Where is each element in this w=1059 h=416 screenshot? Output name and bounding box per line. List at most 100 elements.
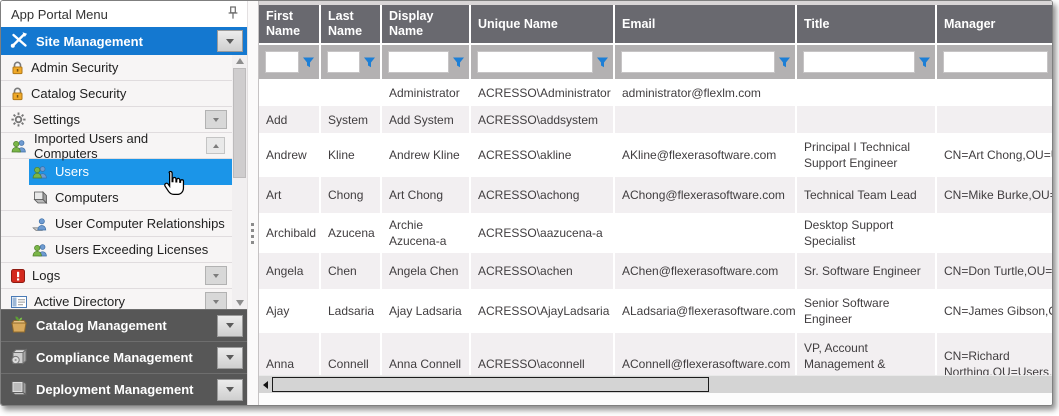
sidebar-title: App Portal Menu: [11, 7, 227, 22]
scrollbar-thumb[interactable]: [233, 68, 246, 178]
column-header-unique-name[interactable]: Unique Name: [471, 5, 615, 43]
filter-input-email[interactable]: [621, 51, 775, 73]
cell-last: Ladsaria: [321, 289, 382, 333]
filter-cell: [615, 45, 797, 79]
filter-icon[interactable]: [778, 56, 791, 69]
sidebar-section-deployment-management[interactable]: Deployment Management: [1, 373, 247, 405]
grid-filter-row: [259, 43, 1052, 79]
pin-icon[interactable]: [227, 6, 239, 23]
users-group-icon: [32, 165, 48, 179]
panel-splitter[interactable]: [247, 1, 258, 405]
column-header-email[interactable]: Email: [615, 5, 797, 43]
table-row[interactable]: AnnaConnellAnna ConnellACRESSO\aconnellA…: [259, 333, 1052, 375]
sidebar-item-users[interactable]: Users: [29, 159, 232, 185]
column-header-first-name[interactable]: First Name: [259, 5, 321, 43]
sidebar-item-catalog-security[interactable]: Catalog Security: [1, 81, 232, 107]
filter-input-first-name[interactable]: [265, 51, 299, 73]
column-header-display-name[interactable]: Display Name: [382, 5, 471, 43]
scroll-down-icon[interactable]: [236, 300, 244, 306]
cell-email: AChong@flexerasoftware.com: [615, 177, 797, 213]
filter-input-manager[interactable]: [943, 51, 1048, 73]
filter-input-last-name[interactable]: [327, 51, 360, 73]
cell-unique: ACRESSO\Administrator: [471, 79, 615, 106]
cell-first: [259, 79, 321, 106]
users-group-icon: [11, 139, 27, 153]
sidebar-item-imported-users-and-computers[interactable]: Imported Users and Computers: [1, 133, 232, 159]
table-row[interactable]: ArchibaldAzucenaArchie Azucena-aACRESSO\…: [259, 213, 1052, 253]
scroll-up-icon[interactable]: [236, 58, 244, 64]
catalog-icon: [9, 315, 29, 336]
sidebar-item-label: User Computer Relationships: [55, 216, 225, 231]
sidebar-section-site-management[interactable]: Site Management: [1, 27, 247, 55]
expand-button[interactable]: [205, 266, 227, 285]
cell-manager: CN=Richard Northing,OU=Users,O: [937, 333, 1052, 375]
cell-email: [615, 106, 797, 133]
cell-display: Add System: [382, 106, 471, 133]
collapse-button[interactable]: [206, 137, 225, 154]
sidebar-section-catalog-management[interactable]: Catalog Management: [1, 309, 247, 341]
cell-unique: ACRESSO\achong: [471, 177, 615, 213]
horizontal-scrollbar[interactable]: [259, 375, 1052, 393]
cell-first: Andrew: [259, 133, 321, 177]
filter-input-title[interactable]: [803, 51, 915, 73]
sidebar-header: App Portal Menu: [1, 1, 247, 27]
filter-icon[interactable]: [302, 56, 315, 69]
cell-email: AChen@flexerasoftware.com: [615, 253, 797, 289]
filter-input-unique-name[interactable]: [477, 51, 593, 73]
cell-email: AConnell@flexerasoftware.com: [615, 333, 797, 375]
cell-last: [321, 79, 382, 106]
sidebar: App Portal Menu Site Management Admin Se…: [1, 1, 247, 405]
sidebar-item-logs[interactable]: Logs: [1, 263, 232, 289]
filter-input-display-name[interactable]: [388, 51, 449, 73]
sidebar-item-users-exceeding-licenses[interactable]: Users Exceeding Licenses: [1, 237, 232, 263]
collapse-section-button[interactable]: [217, 30, 243, 52]
cell-unique: ACRESSO\akline: [471, 133, 615, 177]
cell-unique: ACRESSO\achen: [471, 253, 615, 289]
filter-icon[interactable]: [363, 56, 376, 69]
cell-title: [797, 79, 937, 106]
tools-icon: [9, 31, 29, 52]
cell-title: Principal I Technical Support Engineer: [797, 133, 937, 177]
cell-manager: CN=James Gibson,O: [937, 289, 1052, 333]
cell-title: Sr. Software Engineer: [797, 253, 937, 289]
lock-icon: [11, 87, 24, 101]
expand-button[interactable]: [205, 110, 227, 129]
expand-section-button[interactable]: [217, 379, 243, 401]
cell-title: [797, 106, 937, 133]
section-label: Deployment Management: [36, 382, 193, 397]
column-header-manager[interactable]: Manager: [937, 5, 1052, 43]
filter-icon[interactable]: [918, 56, 931, 69]
table-row[interactable]: ArtChongArt ChongACRESSO\achongAChong@fl…: [259, 177, 1052, 213]
scroll-left-icon[interactable]: [259, 381, 272, 389]
expand-section-button[interactable]: [217, 315, 243, 337]
table-row[interactable]: AngelaChenAngela ChenACRESSO\achenAChen@…: [259, 253, 1052, 289]
sidebar-item-label: Users: [55, 164, 89, 179]
sidebar-scrollbar[interactable]: [232, 55, 247, 309]
filter-cell: [321, 45, 382, 79]
sidebar-item-computers[interactable]: Computers: [1, 185, 232, 211]
table-row[interactable]: AjayLadsariaAjay LadsariaACRESSO\AjayLad…: [259, 289, 1052, 333]
expand-section-button[interactable]: [217, 347, 243, 369]
cell-first: Archibald: [259, 213, 321, 253]
sidebar-section-compliance-management[interactable]: Compliance Management: [1, 341, 247, 373]
table-row[interactable]: AndrewKlineAndrew KlineACRESSO\aklineAKl…: [259, 133, 1052, 177]
filter-icon[interactable]: [452, 56, 465, 69]
cell-unique: ACRESSO\aazucena-a: [471, 213, 615, 253]
sidebar-item-active-directory[interactable]: Active Directory: [1, 289, 232, 309]
cell-last: Connell: [321, 333, 382, 375]
filter-icon[interactable]: [596, 56, 609, 69]
cell-manager: [937, 79, 1052, 106]
sidebar-item-settings[interactable]: Settings: [1, 107, 232, 133]
users-grid: First NameLast NameDisplay NameUnique Na…: [258, 1, 1052, 405]
table-row[interactable]: AdministratorACRESSO\Administratoradmini…: [259, 79, 1052, 106]
logs-icon: [11, 269, 25, 283]
table-row[interactable]: AddSystemAdd SystemACRESSO\addsystem: [259, 106, 1052, 133]
compliance-icon: [9, 348, 29, 368]
gear-icon: [11, 112, 26, 127]
sidebar-item-user-computer-relationships[interactable]: User Computer Relationships: [1, 211, 232, 237]
expand-button[interactable]: [205, 292, 227, 309]
column-header-title[interactable]: Title: [797, 5, 937, 43]
sidebar-item-admin-security[interactable]: Admin Security: [1, 55, 232, 81]
scrollbar-thumb[interactable]: [272, 377, 709, 392]
column-header-last-name[interactable]: Last Name: [321, 5, 382, 43]
